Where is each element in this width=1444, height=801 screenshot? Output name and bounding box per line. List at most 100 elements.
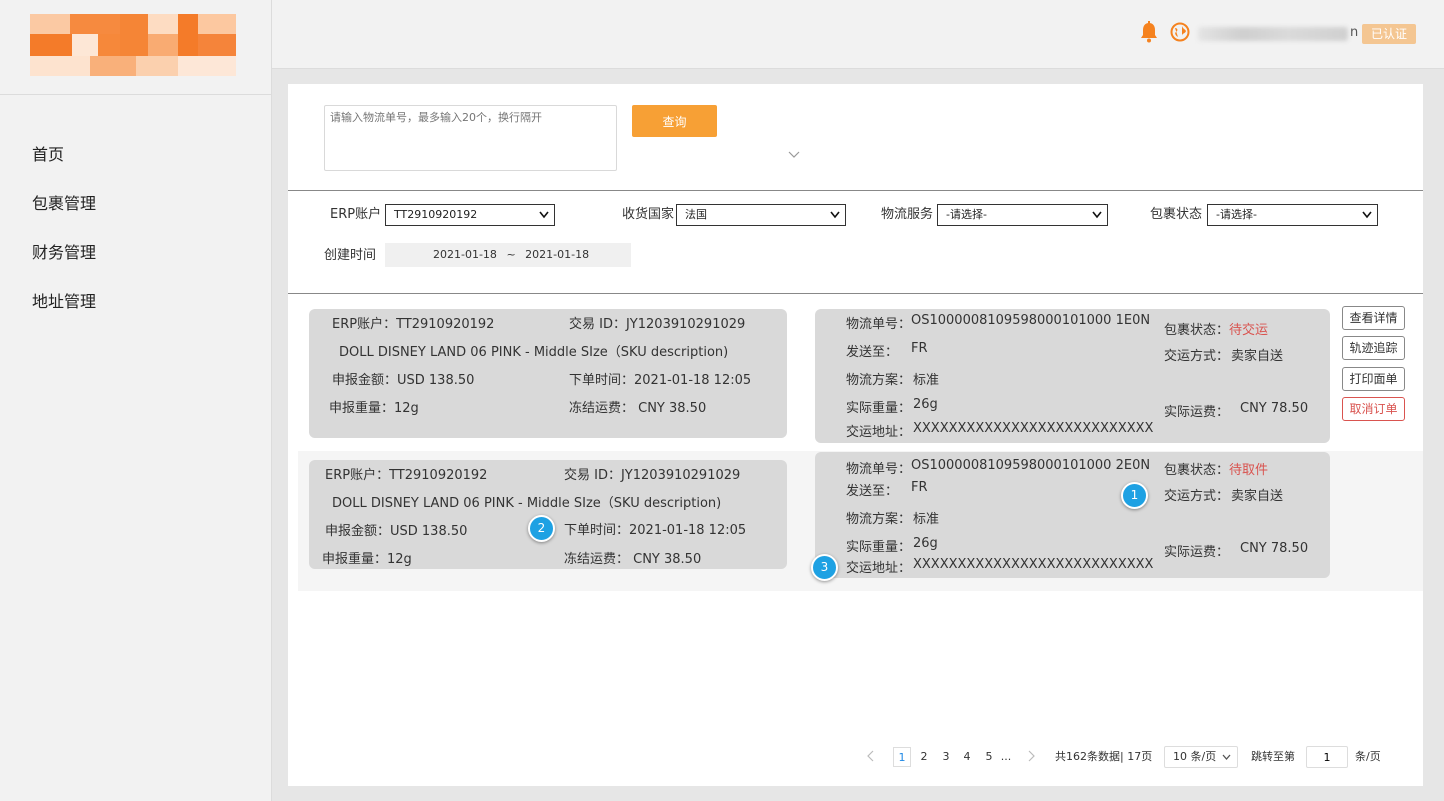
frozen-fee: 冻结运费： CNY 38.50 [569, 401, 707, 416]
tracking-number: OS1000008109598000101000 1E0N [911, 313, 1151, 328]
erp-account-label: ERP账户 [330, 207, 382, 222]
date-separator: ~ [506, 248, 516, 261]
tracking-number-label: 物流单号： [846, 462, 912, 477]
shipping-address-label: 交运地址： [846, 425, 912, 440]
chevron-down-icon [1092, 211, 1102, 219]
date-to: 2021-01-18 [525, 248, 590, 261]
track-button[interactable]: 轨迹追踪 [1342, 336, 1405, 360]
product-description: DOLL DISNEY LAND 06 PINK - Middle SIze（S… [332, 496, 722, 511]
chevron-down-icon [539, 211, 549, 219]
annotation-marker-3: 3 [811, 554, 838, 581]
globe-icon[interactable] [1170, 22, 1190, 42]
actual-fee-label: 实际运费： [1164, 405, 1230, 420]
page-5[interactable]: 5 [981, 747, 997, 767]
logistics-service-label: 物流服务 [881, 207, 934, 222]
sidebar-item-finance[interactable]: 财务管理 [0, 238, 271, 287]
sidebar: 首页 包裹管理 财务管理 地址管理 [0, 0, 272, 801]
declared-amount: 申报金额：USD 138.50 [325, 524, 468, 539]
chevron-right-icon[interactable] [1026, 750, 1036, 762]
actual-fee: CNY 78.50 [1240, 541, 1309, 556]
view-detail-button[interactable]: 查看详情 [1342, 306, 1405, 330]
chevron-down-icon[interactable] [788, 150, 800, 160]
send-to: FR [911, 480, 928, 495]
ship-method-label: 交运方式： [1164, 349, 1230, 364]
ship-method: 卖家自送 [1231, 349, 1284, 364]
logistics-plan: 标准 [913, 512, 940, 527]
jump-label: 跳转至第 [1251, 750, 1295, 763]
send-to-label: 发送至： [846, 345, 899, 360]
frozen-fee: 冻结运费： CNY 38.50 [564, 552, 702, 567]
actual-fee: CNY 78.50 [1240, 401, 1309, 416]
package-status-select[interactable]: -请选择- [1207, 204, 1378, 226]
username-tail: n [1350, 25, 1359, 40]
sidebar-item-home[interactable]: 首页 [0, 140, 271, 189]
tracking-number-label: 物流单号： [846, 317, 912, 332]
transaction-id-text: 交易 ID：JY1203910291029 [569, 317, 746, 332]
jump-suffix: 条/页 [1355, 750, 1381, 763]
chevron-down-icon [1222, 754, 1231, 760]
send-to-label: 发送至： [846, 484, 899, 499]
shipping-address: XXXXXXXXXXXXXXXXXXXXXXXXXXX [913, 421, 1154, 436]
annotation-marker-1: 1 [1121, 482, 1148, 509]
chevron-down-icon [1362, 211, 1372, 219]
main-content: 查询 ERP账户 TT2910920192 收货国家 法国 物流服务 -请选择-… [288, 84, 1423, 786]
logo-area [0, 0, 271, 95]
top-header: n 已认证 [272, 0, 1444, 69]
brand-logo[interactable] [30, 14, 236, 76]
declared-weight: 申报重量：12g [322, 552, 412, 567]
package-status: 待交运 [1229, 323, 1269, 338]
transaction-id-text: 交易 ID：JY1203910291029 [564, 468, 741, 483]
country-label: 收货国家 [622, 207, 675, 222]
username[interactable]: n [1198, 25, 1360, 43]
print-label-button[interactable]: 打印面单 [1342, 367, 1405, 391]
page-size-select[interactable]: 10 条/页 [1164, 746, 1238, 768]
cancel-order-button[interactable]: 取消订单 [1342, 397, 1405, 421]
actual-weight: 26g [913, 397, 938, 412]
tracking-search-input[interactable] [324, 105, 617, 171]
jump-page-input[interactable] [1306, 746, 1348, 768]
sidebar-nav: 首页 包裹管理 财务管理 地址管理 [0, 95, 271, 336]
actual-weight: 26g [913, 536, 938, 551]
logistics-plan: 标准 [913, 373, 940, 388]
country-select[interactable]: 法国 [676, 204, 846, 226]
chevron-left-icon[interactable] [866, 750, 876, 762]
package-status-value: -请选择- [1216, 208, 1257, 221]
page-4[interactable]: 4 [959, 747, 975, 767]
product-description: DOLL DISNEY LAND 06 PINK - Middle SIze（S… [339, 345, 729, 360]
package-status-label: 包裹状态： [1164, 463, 1230, 478]
page-3[interactable]: 3 [938, 747, 954, 767]
package-status-label: 包裹状态： [1164, 323, 1230, 338]
logistics-service-value: -请选择- [946, 208, 987, 221]
page-ellipsis[interactable]: ... [997, 747, 1015, 767]
send-to: FR [911, 341, 928, 356]
sidebar-item-packages[interactable]: 包裹管理 [0, 189, 271, 238]
declared-weight: 申报重量：12g [329, 401, 419, 416]
ship-method-label: 交运方式： [1164, 489, 1230, 504]
chevron-down-icon [830, 211, 840, 219]
logistics-plan-label: 物流方案： [846, 512, 912, 527]
verified-badge: 已认证 [1362, 24, 1416, 44]
page-size-value: 10 条/页 [1173, 750, 1217, 763]
query-button[interactable]: 查询 [632, 105, 717, 137]
country-value: 法国 [685, 208, 707, 221]
divider [288, 190, 1423, 191]
page-1[interactable]: 1 [893, 747, 911, 767]
date-range-picker[interactable]: 2021-01-18 ~ 2021-01-18 [385, 243, 631, 267]
shipping-address-label: 交运地址： [846, 561, 912, 576]
username-redacted [1198, 27, 1348, 41]
erp-account-select[interactable]: TT2910920192 [385, 204, 555, 226]
package-status: 待取件 [1229, 463, 1269, 478]
erp-account-text: ERP账户：TT2910920192 [325, 468, 488, 483]
order-time: 下单时间：2021-01-18 12:05 [569, 373, 752, 388]
erp-account-text: ERP账户：TT2910920192 [332, 317, 495, 332]
sidebar-item-address[interactable]: 地址管理 [0, 287, 271, 336]
logistics-plan-label: 物流方案： [846, 373, 912, 388]
shipping-address: XXXXXXXXXXXXXXXXXXXXXXXXXXX [913, 557, 1154, 572]
annotation-marker-2: 2 [528, 515, 555, 542]
actual-fee-label: 实际运费： [1164, 545, 1230, 560]
bell-icon[interactable] [1139, 21, 1159, 43]
declared-amount: 申报金额：USD 138.50 [332, 373, 475, 388]
logistics-service-select[interactable]: -请选择- [937, 204, 1108, 226]
page-2[interactable]: 2 [916, 747, 932, 767]
tracking-number: OS1000008109598000101000 2E0N [911, 458, 1151, 473]
